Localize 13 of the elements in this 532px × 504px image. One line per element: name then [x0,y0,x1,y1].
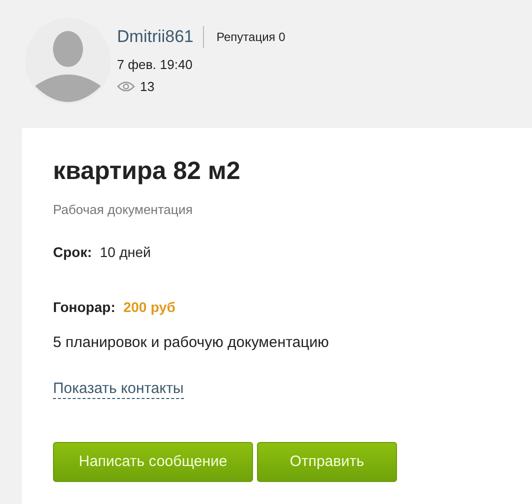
username[interactable]: Dmitrii861 [117,24,194,50]
field-label: Срок: [53,242,92,262]
eye-icon [117,81,135,92]
reputation-label: Репутация 0 [216,28,286,46]
view-count: 13 [140,78,154,96]
show-contacts-link[interactable]: Показать контакты [53,380,184,399]
field-label: Гонорар: [53,298,116,317]
field-value: 10 дней [100,242,151,262]
job-description: 5 планировок и рабочую документацию [53,332,330,352]
category-label: Рабочая документация [53,201,194,219]
job-title: квартира 82 м2 [53,156,242,186]
price-value: 200 руб [123,298,176,317]
post-date: 7 фев. 19:40 [117,56,194,74]
